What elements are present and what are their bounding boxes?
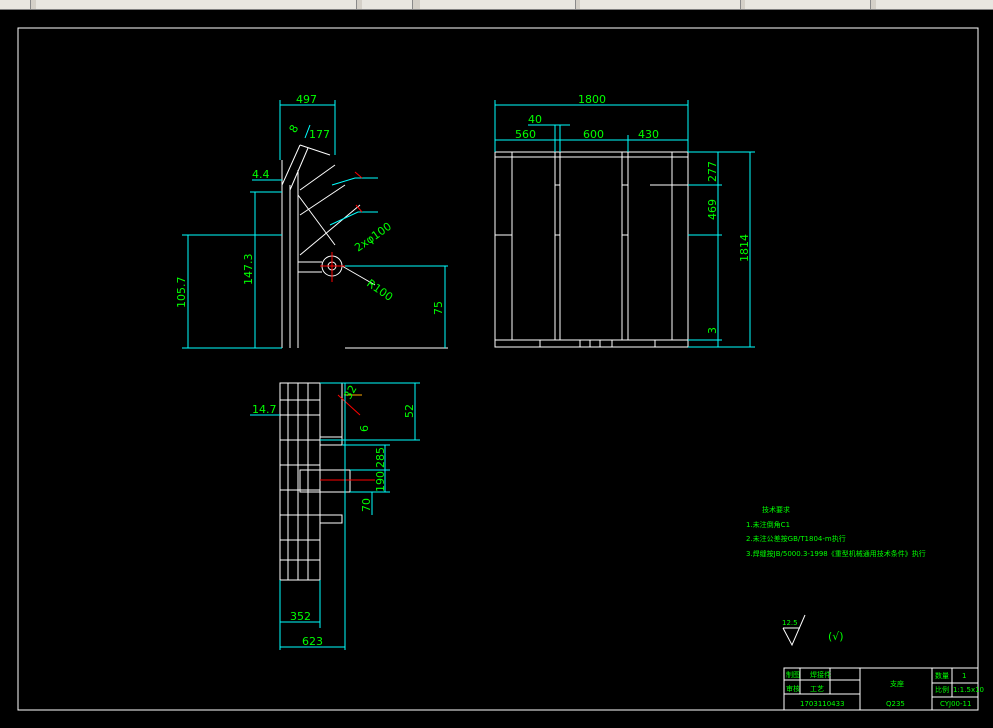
- roughness-value: 12.5: [782, 619, 798, 627]
- dim-105-7: 105.7: [175, 277, 188, 309]
- lineweight-dropdown[interactable]: [745, 0, 871, 9]
- dim-497: 497: [296, 93, 317, 106]
- tb-scale: 1:1.5x10: [953, 686, 984, 694]
- dim-147-3: 147.3: [242, 254, 255, 286]
- dim-40: 40: [528, 113, 542, 126]
- drawing-frame: [17, 27, 979, 711]
- tb-cell-2: 审核: [786, 684, 800, 693]
- top-toolbar: [0, 0, 993, 10]
- cad-drawing: 497 8 177 4.4 147.3 105.7 2xφ100 R100 75: [17, 27, 984, 711]
- dim-1800: 1800: [578, 93, 606, 106]
- dim-430: 430: [638, 128, 659, 141]
- dim-52: 52: [403, 404, 416, 418]
- technical-notes: 技术要求 1.未注倒角C1 2.未注公差按GB/T1804-m执行 3.焊缝按J…: [746, 505, 926, 558]
- dim-3: 3: [706, 327, 719, 334]
- plotstyle-dropdown[interactable]: [876, 0, 993, 9]
- dim-352: 352: [290, 610, 311, 623]
- toolbar-segment[interactable]: [0, 0, 31, 9]
- dim-277: 277: [706, 161, 719, 182]
- dim-14-7: 14.7: [252, 403, 277, 416]
- dim-600: 600: [583, 128, 604, 141]
- dim-70: 70: [360, 498, 373, 512]
- tb-qty: 1: [962, 672, 966, 680]
- lower-view: 14.7 32 52 6 285 190 70 352 623: [250, 382, 420, 650]
- dim-190: 190: [374, 471, 387, 492]
- drawing-canvas[interactable]: 497 8 177 4.4 147.3 105.7 2xφ100 R100 75: [0, 10, 993, 724]
- dim-1814: 1814: [738, 234, 751, 262]
- dim-560: 560: [515, 128, 536, 141]
- dim-8: 8: [287, 123, 302, 136]
- front-view: 1800 40 560 600 430 277 469 1814 3: [494, 93, 755, 348]
- toolbar-segment[interactable]: [362, 0, 413, 9]
- dim-4-4: 4.4: [252, 168, 270, 181]
- tb-drawing-no: CYJ00-11: [940, 700, 971, 708]
- linetype-dropdown[interactable]: [580, 0, 741, 9]
- note-line-2: 2.未注公差按GB/T1804-m执行: [746, 534, 846, 543]
- tb-cell-1: 制图: [786, 670, 800, 679]
- tb-cell-3: 焊接件: [810, 670, 831, 679]
- tb-cell-4: 工艺: [810, 685, 824, 693]
- side-view: 497 8 177 4.4 147.3 105.7 2xφ100 R100 75: [175, 93, 448, 349]
- note-line-1: 1.未注倒角C1: [746, 520, 790, 529]
- tb-scale-label: 比例: [935, 685, 949, 694]
- dim-623: 623: [302, 635, 323, 648]
- dim-r100: R100: [364, 277, 395, 304]
- dim-hole: 2xφ100: [352, 220, 394, 255]
- note-line-3: 3.焊缝按JB/5000.3-1998《重型机械通用技术条件》执行: [746, 549, 926, 558]
- roughness-other: (√): [828, 630, 844, 643]
- tb-qty-label: 数量: [935, 671, 949, 680]
- dim-32: 32: [341, 383, 359, 402]
- tb-name: 支座: [890, 679, 904, 688]
- dim-6: 6: [358, 425, 371, 432]
- tb-code: 1703110433: [800, 700, 845, 708]
- roughness-symbol: 12.5 (√): [782, 614, 844, 647]
- dim-75: 75: [432, 301, 445, 315]
- title-block: 制图 审核 焊接件 工艺 支座 Q235 1703110433 数量 1 比例 …: [783, 667, 984, 711]
- notes-title: 技术要求: [762, 505, 790, 514]
- color-dropdown[interactable]: [420, 0, 576, 9]
- tb-material: Q235: [886, 700, 905, 708]
- dim-177: 177: [309, 128, 330, 141]
- layer-dropdown[interactable]: [36, 0, 357, 9]
- dim-285: 285: [374, 447, 387, 468]
- dim-469: 469: [706, 199, 719, 220]
